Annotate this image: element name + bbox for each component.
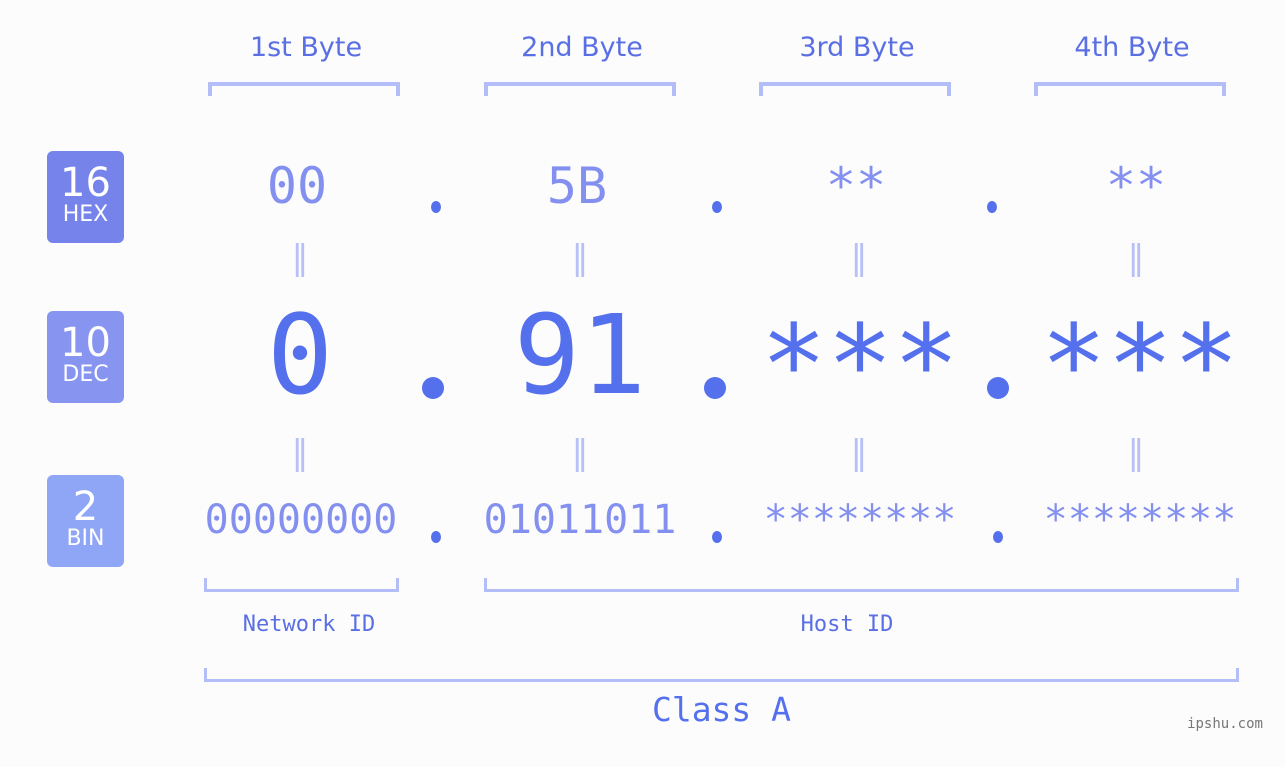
byte-bracket-3: [759, 82, 951, 96]
bin-separator-dot: [431, 531, 441, 543]
dec-byte-2: 91: [513, 291, 647, 419]
hex-byte-1: 00: [266, 157, 328, 215]
equals-sign: ‖: [291, 238, 309, 278]
hex-byte-3: **: [825, 157, 887, 215]
byte-header-3: 3rd Byte: [799, 32, 915, 63]
class-bracket: [204, 668, 1239, 682]
dec-separator-dot: [987, 377, 1009, 399]
host-id-bracket: [484, 578, 1239, 592]
bin-base-label: BIN: [66, 526, 105, 551]
bin-byte-2: 01011011: [483, 497, 677, 543]
byte-bracket-4: [1034, 82, 1226, 96]
hex-separator-dot: [431, 201, 441, 213]
hex-base-label: HEX: [62, 202, 109, 227]
bin-byte-3: ********: [763, 497, 957, 543]
bin-separator-dot: [993, 531, 1003, 543]
dec-badge: 10 DEC: [47, 311, 124, 403]
watermark: ipshu.com: [1187, 716, 1263, 732]
byte-bracket-2: [484, 82, 676, 96]
equals-sign: ‖: [850, 433, 868, 473]
dec-byte-4: ***: [1040, 301, 1240, 429]
dec-separator-dot: [704, 377, 726, 399]
byte-header-1: 1st Byte: [249, 32, 363, 63]
class-label: Class A: [651, 690, 792, 729]
bin-base-number: 2: [72, 484, 99, 530]
hex-separator-dot: [712, 201, 722, 213]
dec-byte-3: ***: [760, 301, 960, 429]
hex-base-number: 16: [60, 160, 111, 206]
byte-header-4: 4th Byte: [1074, 32, 1190, 63]
bin-separator-dot: [712, 531, 722, 543]
bin-byte-1: 00000000: [204, 497, 398, 543]
equals-sign: ‖: [571, 238, 589, 278]
network-id-label: Network ID: [242, 612, 376, 637]
byte-bracket-1: [208, 82, 400, 96]
network-id-bracket: [204, 578, 399, 592]
dec-base-number: 10: [60, 320, 111, 366]
dec-base-label: DEC: [62, 362, 109, 387]
hex-separator-dot: [987, 201, 997, 213]
equals-sign: ‖: [571, 433, 589, 473]
hex-byte-2: 5B: [546, 157, 608, 215]
equals-sign: ‖: [291, 433, 309, 473]
equals-sign: ‖: [1127, 433, 1145, 473]
byte-header-2: 2nd Byte: [521, 32, 643, 63]
bin-badge: 2 BIN: [47, 475, 124, 567]
hex-badge: 16 HEX: [47, 151, 124, 243]
bin-byte-4: ********: [1043, 497, 1237, 543]
dec-byte-1: 0: [266, 291, 334, 419]
hex-byte-4: **: [1105, 157, 1167, 215]
equals-sign: ‖: [1127, 238, 1145, 278]
dec-separator-dot: [422, 377, 444, 399]
host-id-label: Host ID: [800, 612, 894, 637]
equals-sign: ‖: [850, 238, 868, 278]
